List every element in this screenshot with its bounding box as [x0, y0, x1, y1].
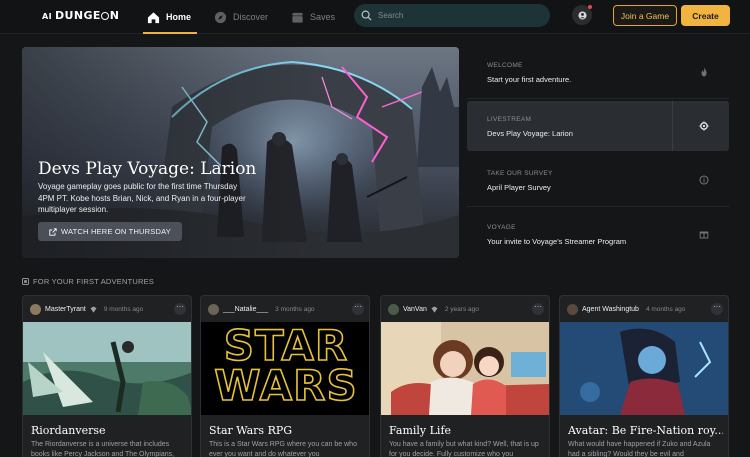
- join-a-game-button[interactable]: Join a Game: [613, 5, 677, 26]
- card-cover-image: [381, 322, 549, 415]
- card-author[interactable]: VanVan: [403, 306, 427, 313]
- nav-saves-label: Saves: [310, 12, 336, 22]
- card-time: 4 months ago: [645, 305, 686, 313]
- adventure-card-star-wars-rpg[interactable]: ___Natalie___ 3 months ago ··· STAR WARS…: [200, 295, 370, 457]
- user-icon: [577, 10, 587, 20]
- side-item-voyage[interactable]: VOYAGE Your invite to Voyage's Streamer …: [467, 209, 729, 261]
- nav-saves-tab[interactable]: Saves: [291, 0, 335, 34]
- adventure-card-riordanverse[interactable]: MasterTyrant 9 months ago ··· Riordanver…: [22, 295, 192, 457]
- search-input[interactable]: [378, 11, 538, 20]
- create-button[interactable]: Create: [681, 5, 730, 26]
- verified-badge-icon: [90, 305, 97, 313]
- active-item-separator: [672, 101, 673, 151]
- flame-icon: [701, 67, 707, 77]
- avatar-fire-nation-art: [560, 322, 728, 415]
- card-description: This is a Star Wars RPG where you can be…: [209, 441, 357, 457]
- gear-icon: [699, 121, 709, 131]
- more-options-button[interactable]: ···: [174, 303, 186, 315]
- more-options-button[interactable]: ···: [711, 303, 723, 315]
- card-title: Star Wars RPG: [209, 424, 293, 437]
- hero-description: Voyage gameplay goes public for the firs…: [38, 182, 246, 214]
- card-cover-image: STAR WARS: [201, 322, 369, 415]
- user-profile-button[interactable]: [572, 5, 592, 25]
- nav-home-label: Home: [166, 12, 192, 22]
- card-title: Family Life: [389, 424, 452, 437]
- avatar[interactable]: [388, 303, 399, 315]
- home-icon: [147, 11, 160, 23]
- section-header: FOR YOUR FIRST ADVENTURES: [22, 277, 154, 286]
- announcements-panel: WELCOME Start your first adventure. LIVE…: [467, 47, 729, 258]
- avatar[interactable]: [30, 303, 41, 315]
- card-time: 9 months ago: [103, 305, 144, 313]
- side-item-survey[interactable]: TAKE OUR SURVEY April Player Survey: [467, 155, 729, 207]
- card-cover-image: [23, 322, 191, 415]
- card-title: Avatar: Be Fire-Nation roy...: [568, 424, 723, 437]
- compass-icon: [214, 11, 227, 23]
- adventure-card-family-life[interactable]: VanVan 2 years ago ··· Family Life You h…: [380, 295, 550, 457]
- search-bar[interactable]: [354, 4, 550, 27]
- notification-dot: [588, 5, 592, 9]
- hero-banner[interactable]: Devs Play Voyage: Larion Voyage gameplay…: [22, 47, 459, 258]
- card-title: Riordanverse: [31, 424, 106, 437]
- external-link-icon: [49, 227, 57, 236]
- card-cover-image: [560, 322, 728, 415]
- more-options-button[interactable]: ···: [352, 303, 364, 315]
- verified-badge-icon: [431, 305, 438, 313]
- card-description: The Riordanverse is a universe that incl…: [31, 441, 175, 457]
- section-title: FOR YOUR FIRST ADVENTURES: [33, 277, 154, 286]
- card-author[interactable]: MasterTyrant: [45, 306, 86, 313]
- card-header: Agent Washingtub 4 months ago ···: [560, 296, 728, 322]
- card-author[interactable]: ___Natalie___: [223, 306, 268, 313]
- nav-discover-tab[interactable]: Discover: [214, 0, 268, 34]
- info-icon: [699, 175, 709, 185]
- top-navigation-bar: AIDUNGEN Home Discover Saves Join a Game…: [0, 0, 750, 34]
- saves-stack-icon: [292, 12, 303, 23]
- logo-o-ring-icon: [101, 11, 110, 20]
- ai-dungeon-logo[interactable]: AI DUNGE N: [42, 9, 119, 22]
- avatar[interactable]: [208, 303, 219, 315]
- card-author[interactable]: Agent Washingtub: [582, 306, 639, 313]
- card-header: MasterTyrant 9 months ago ···: [23, 296, 191, 322]
- active-tab-indicator: [143, 32, 198, 34]
- adventure-card-avatar-fire-nation[interactable]: Agent Washingtub 4 months ago ··· Avatar…: [559, 295, 729, 457]
- family-life-art: [381, 322, 549, 415]
- star-wars-logo: STAR WARS: [213, 322, 358, 410]
- card-header: VanVan 2 years ago ···: [381, 296, 549, 322]
- card-description: You have a family but what kind? Well, t…: [389, 441, 539, 457]
- card-time: 3 months ago: [275, 305, 315, 313]
- card-description: What would have happened if Zuko and Azu…: [568, 441, 711, 457]
- gift-icon: [699, 231, 709, 239]
- more-options-button[interactable]: ···: [532, 303, 544, 315]
- card-time: 2 years ago: [444, 305, 479, 313]
- hero-title: Devs Play Voyage: Larion: [38, 159, 257, 179]
- nav-discover-label: Discover: [233, 12, 269, 22]
- search-icon: [361, 10, 372, 21]
- nav-home-tab[interactable]: Home: [143, 0, 198, 34]
- side-item-welcome[interactable]: WELCOME Start your first adventure.: [467, 47, 729, 99]
- adventure-icon: [22, 278, 29, 285]
- side-item-livestream[interactable]: LIVESTREAM Devs Play Voyage: Larion: [467, 101, 729, 151]
- card-header: ___Natalie___ 3 months ago ···: [201, 296, 369, 322]
- watch-here-button[interactable]: WATCH HERE ON THURSDAY: [38, 222, 182, 241]
- avatar[interactable]: [567, 303, 578, 315]
- riordanverse-art: [23, 322, 191, 415]
